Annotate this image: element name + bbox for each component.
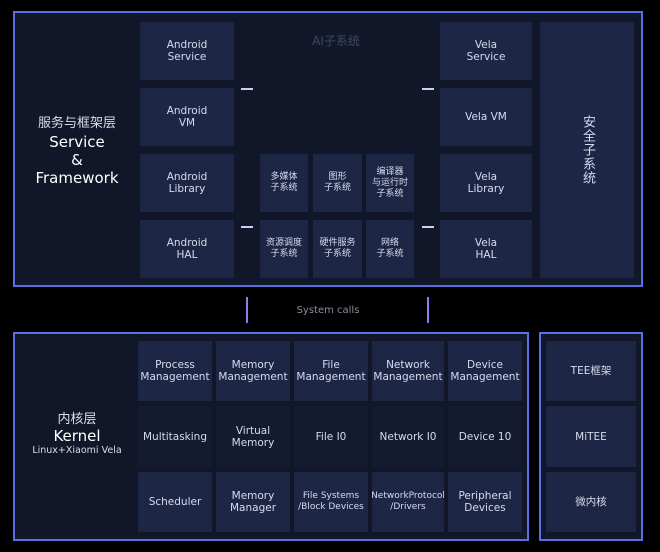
connector-arrow bbox=[422, 88, 434, 90]
service-title-cn: 服务与框架层 bbox=[37, 116, 116, 131]
android-block: Android Service bbox=[140, 22, 234, 80]
kernel-block: Scheduler bbox=[138, 472, 212, 532]
middle-block: 图形 子系统 bbox=[313, 154, 362, 212]
kernel-block: Device 10 bbox=[448, 406, 522, 467]
connector-arrow bbox=[241, 226, 253, 228]
security-subsystem: 安全子系统 bbox=[540, 22, 634, 278]
service-layer-title: 服务与框架层 Service & Framework bbox=[20, 112, 134, 187]
tee-block: MiTEE bbox=[546, 406, 636, 467]
kernel-subtitle: Linux+Xiaomi Vela bbox=[32, 445, 122, 456]
system-calls-label: System calls bbox=[296, 305, 360, 316]
service-title-en: Service & Framework bbox=[35, 133, 119, 187]
middle-block: 硬件服务 子系统 bbox=[313, 220, 362, 278]
syscall-arrow-left bbox=[246, 297, 248, 323]
kernel-block: Peripheral Devices bbox=[448, 472, 522, 532]
android-block: Android Library bbox=[140, 154, 234, 212]
kernel-block: File Systems /Block Devices bbox=[294, 472, 368, 532]
tee-block: TEE框架 bbox=[546, 341, 636, 401]
android-block: Android VM bbox=[140, 88, 234, 146]
connector-arrow bbox=[241, 88, 253, 90]
middle-block: 资源调度 子系统 bbox=[260, 220, 308, 278]
kernel-title-cn: 内核层 bbox=[57, 412, 97, 427]
vela-block: Vela VM bbox=[440, 88, 532, 146]
kernel-block: Device Management bbox=[448, 341, 522, 401]
kernel-block: Network I0 bbox=[372, 406, 444, 467]
middle-block: 网络 子系统 bbox=[366, 220, 414, 278]
kernel-block: Memory Manager bbox=[216, 472, 290, 532]
kernel-block: File I0 bbox=[294, 406, 368, 467]
ai-subsystem-title: AI子系统 bbox=[312, 34, 360, 48]
vela-block: Vela HAL bbox=[440, 220, 532, 278]
middle-block: 编译器 与运行时 子系统 bbox=[366, 154, 414, 212]
middle-block: 多媒体 子系统 bbox=[260, 154, 308, 212]
kernel-block: Multitasking bbox=[138, 406, 212, 467]
kernel-block: NetworkProtocol /Drivers bbox=[371, 472, 445, 532]
vela-block: Vela Service bbox=[440, 22, 532, 80]
tee-block: 微内核 bbox=[546, 472, 636, 532]
kernel-block: Network Management bbox=[372, 341, 444, 401]
kernel-block: Virtual Memory bbox=[216, 406, 290, 467]
kernel-title-en: Kernel bbox=[53, 427, 101, 445]
kernel-block: Process Management bbox=[138, 341, 212, 401]
kernel-block: File Management bbox=[294, 341, 368, 401]
android-block: Android HAL bbox=[140, 220, 234, 278]
vela-block: Vela Library bbox=[440, 154, 532, 212]
kernel-block: Memory Management bbox=[216, 341, 290, 401]
connector-arrow bbox=[422, 226, 434, 228]
kernel-title: 内核层 Kernel Linux+Xiaomi Vela bbox=[20, 408, 134, 456]
syscall-arrow-right bbox=[427, 297, 429, 323]
